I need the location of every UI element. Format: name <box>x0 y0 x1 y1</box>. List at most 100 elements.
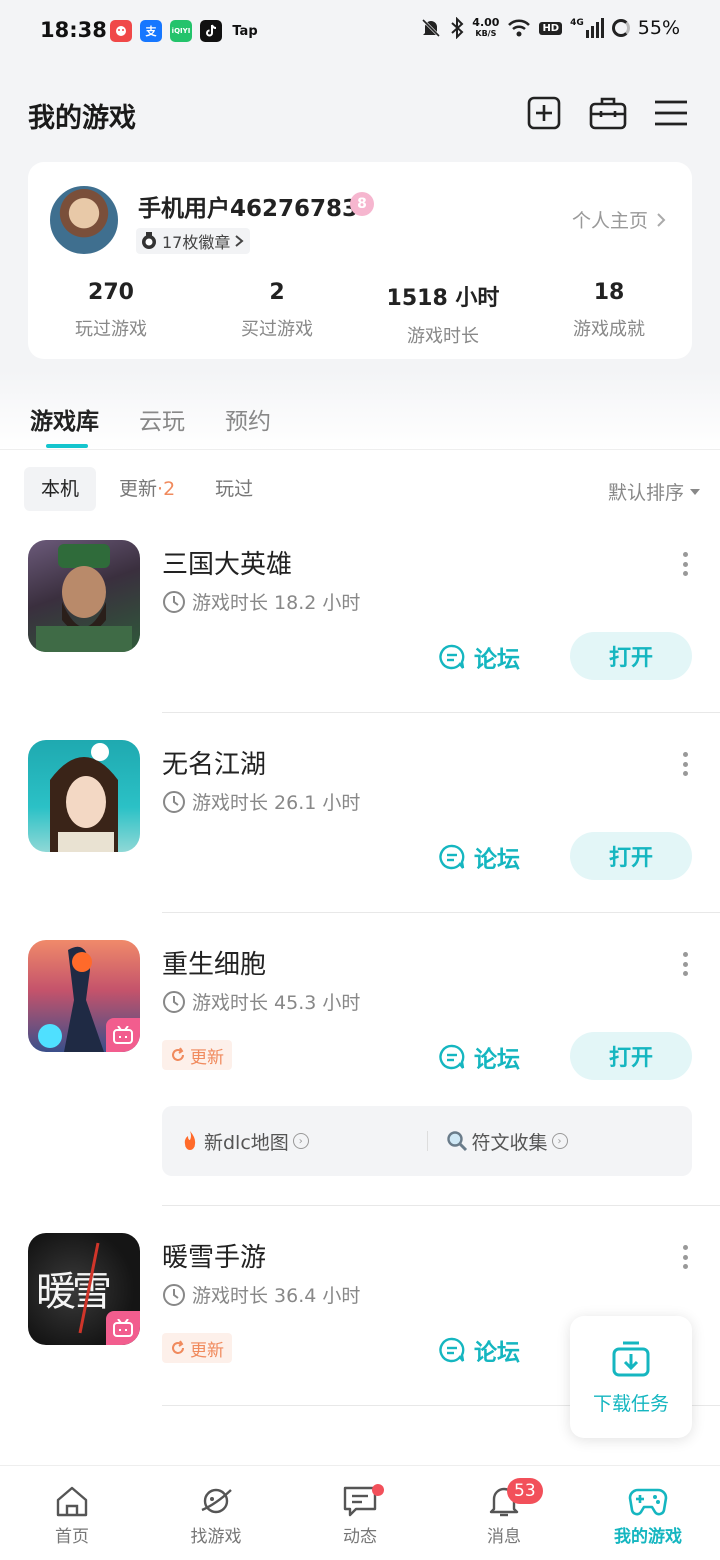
refresh-icon <box>172 1047 184 1061</box>
open-game-button[interactable]: 打开 <box>570 1032 692 1080</box>
nav-home[interactable]: 首页 <box>0 1466 144 1560</box>
game-icon[interactable]: 暖雪 <box>28 1233 140 1345</box>
profile-homepage-label: 个人主页 <box>571 210 648 232</box>
stat-value: 2 <box>269 280 285 305</box>
nav-messages[interactable]: 53 消息 <box>432 1466 576 1560</box>
game-news-box: 新dlc地图 › 符文收集 › <box>162 1106 692 1176</box>
page-title: 我的游戏 <box>28 103 136 134</box>
download-icon <box>612 1341 650 1376</box>
home-icon <box>56 1486 88 1517</box>
stat-value: 270 <box>88 280 134 305</box>
bluetooth-icon <box>451 17 464 39</box>
tab-game-library[interactable]: 游戏库 <box>30 402 99 448</box>
more-options-button[interactable] <box>680 952 690 976</box>
stat-bought[interactable]: 2 买过游戏 <box>194 280 360 348</box>
tabs-divider <box>0 449 720 450</box>
game-name: 暖雪手游 <box>162 1243 267 1273</box>
tab-reservations[interactable]: 预约 <box>225 402 271 436</box>
open-game-button[interactable]: 打开 <box>570 832 692 880</box>
more-options-button[interactable] <box>680 552 690 576</box>
forum-icon <box>439 644 465 670</box>
forum-button[interactable]: 论坛 <box>438 840 520 874</box>
add-game-button[interactable] <box>524 93 564 133</box>
news-item[interactable]: 符文收集 › <box>428 1128 693 1155</box>
stat-value: 18 <box>593 280 625 305</box>
stat-label: 游戏成就 <box>573 319 645 340</box>
battery-icon <box>611 19 630 37</box>
caret-down-icon <box>690 488 700 495</box>
signal-icon: 4G <box>570 18 604 38</box>
nav-feed[interactable]: 动态 <box>288 1466 432 1560</box>
profile-homepage-link[interactable]: 个人主页 <box>572 206 666 233</box>
bottom-nav: 首页 找游戏 动态 53 消息 我的游戏 <box>0 1465 720 1560</box>
refresh-icon <box>172 1340 184 1354</box>
hd-badge: HD <box>539 21 563 35</box>
main-tabs: 游戏库 云玩 预约 <box>30 402 311 448</box>
subtab-played[interactable]: 玩过 <box>198 467 270 511</box>
iqiyi-icon: iQIYI <box>170 20 192 42</box>
more-options-button[interactable] <box>680 1245 690 1269</box>
magnifier-icon <box>446 1131 467 1152</box>
profile-card[interactable]: 手机用户46276783 8 17枚徽章 个人主页 270 玩过游戏 2 买过游… <box>28 162 692 359</box>
tab-cloud-play[interactable]: 云玩 <box>139 402 185 436</box>
gamepad-icon <box>628 1488 668 1516</box>
profile-stats: 270 玩过游戏 2 买过游戏 1518 小时 游戏时长 18 游戏成就 <box>28 280 692 348</box>
stat-achievements[interactable]: 18 游戏成就 <box>526 280 692 348</box>
open-game-button[interactable]: 打开 <box>570 632 692 680</box>
stat-played[interactable]: 270 玩过游戏 <box>28 280 194 348</box>
update-tag: 更新 <box>162 1040 232 1070</box>
news-item[interactable]: 新dlc地图 › <box>162 1128 427 1155</box>
game-playtime: 游戏时长 36.4 小时 <box>162 1281 360 1308</box>
alipay-icon: 支 <box>140 20 162 42</box>
subtab-update[interactable]: 更新·2 <box>102 467 192 511</box>
clock-icon <box>163 1283 185 1306</box>
chevron-circle-icon: › <box>551 1133 568 1149</box>
stat-label: 玩过游戏 <box>75 319 147 340</box>
forum-icon <box>439 844 465 870</box>
tv-icon <box>113 1026 133 1044</box>
status-bar: 18:38 支 iQIYI Tap 4.00 KB/S HD 4G 55% <box>0 0 720 64</box>
game-name: 重生细胞 <box>162 950 267 980</box>
message-count-badge: 53 <box>507 1478 543 1504</box>
nav-my-games[interactable]: 我的游戏 <box>576 1466 720 1560</box>
sort-dropdown[interactable]: 默认排序 <box>608 478 700 505</box>
username: 手机用户46276783 <box>138 196 359 222</box>
avatar[interactable] <box>48 184 120 256</box>
stat-label: 买过游戏 <box>241 319 313 340</box>
game-playtime: 游戏时长 26.1 小时 <box>162 788 360 815</box>
forum-icon <box>439 1337 465 1363</box>
game-icon[interactable] <box>28 540 140 652</box>
fire-icon <box>184 1131 196 1150</box>
badges-count: 17枚徽章 <box>162 233 231 252</box>
download-tasks-button[interactable]: 下载任务 <box>570 1316 692 1438</box>
planet-icon <box>201 1488 232 1514</box>
menu-button[interactable] <box>651 93 691 133</box>
net-speed: 4.00 KB/S <box>472 16 500 38</box>
status-time: 18:38 <box>40 18 107 42</box>
forum-button[interactable]: 论坛 <box>438 640 520 674</box>
unread-dot <box>372 1484 384 1496</box>
update-tag: 更新 <box>162 1333 232 1363</box>
list-divider <box>162 1205 720 1206</box>
stat-label: 游戏时长 <box>407 326 479 347</box>
level-badge: 8 <box>350 192 374 216</box>
game-icon[interactable] <box>28 940 140 1052</box>
status-indicators: 4.00 KB/S HD 4G 55% <box>420 17 680 39</box>
forum-button[interactable]: 论坛 <box>438 1333 520 1367</box>
medal-icon <box>142 232 156 249</box>
toolbox-button[interactable] <box>588 93 628 133</box>
badges-chip[interactable]: 17枚徽章 <box>136 228 251 254</box>
nav-find-games[interactable]: 找游戏 <box>144 1466 288 1560</box>
more-options-button[interactable] <box>680 752 690 776</box>
clock-icon <box>163 590 185 613</box>
chevron-right-icon <box>657 212 666 227</box>
game-icon[interactable] <box>28 740 140 852</box>
add-icon <box>527 96 561 130</box>
wifi-icon <box>508 19 531 37</box>
forum-button[interactable]: 论坛 <box>438 1040 520 1074</box>
subtab-local[interactable]: 本机 <box>24 467 97 511</box>
download-tasks-label: 下载任务 <box>592 1392 669 1415</box>
chevron-circle-icon: › <box>292 1133 309 1149</box>
list-divider <box>162 912 720 913</box>
stat-playtime[interactable]: 1518 小时 游戏时长 <box>360 280 526 348</box>
